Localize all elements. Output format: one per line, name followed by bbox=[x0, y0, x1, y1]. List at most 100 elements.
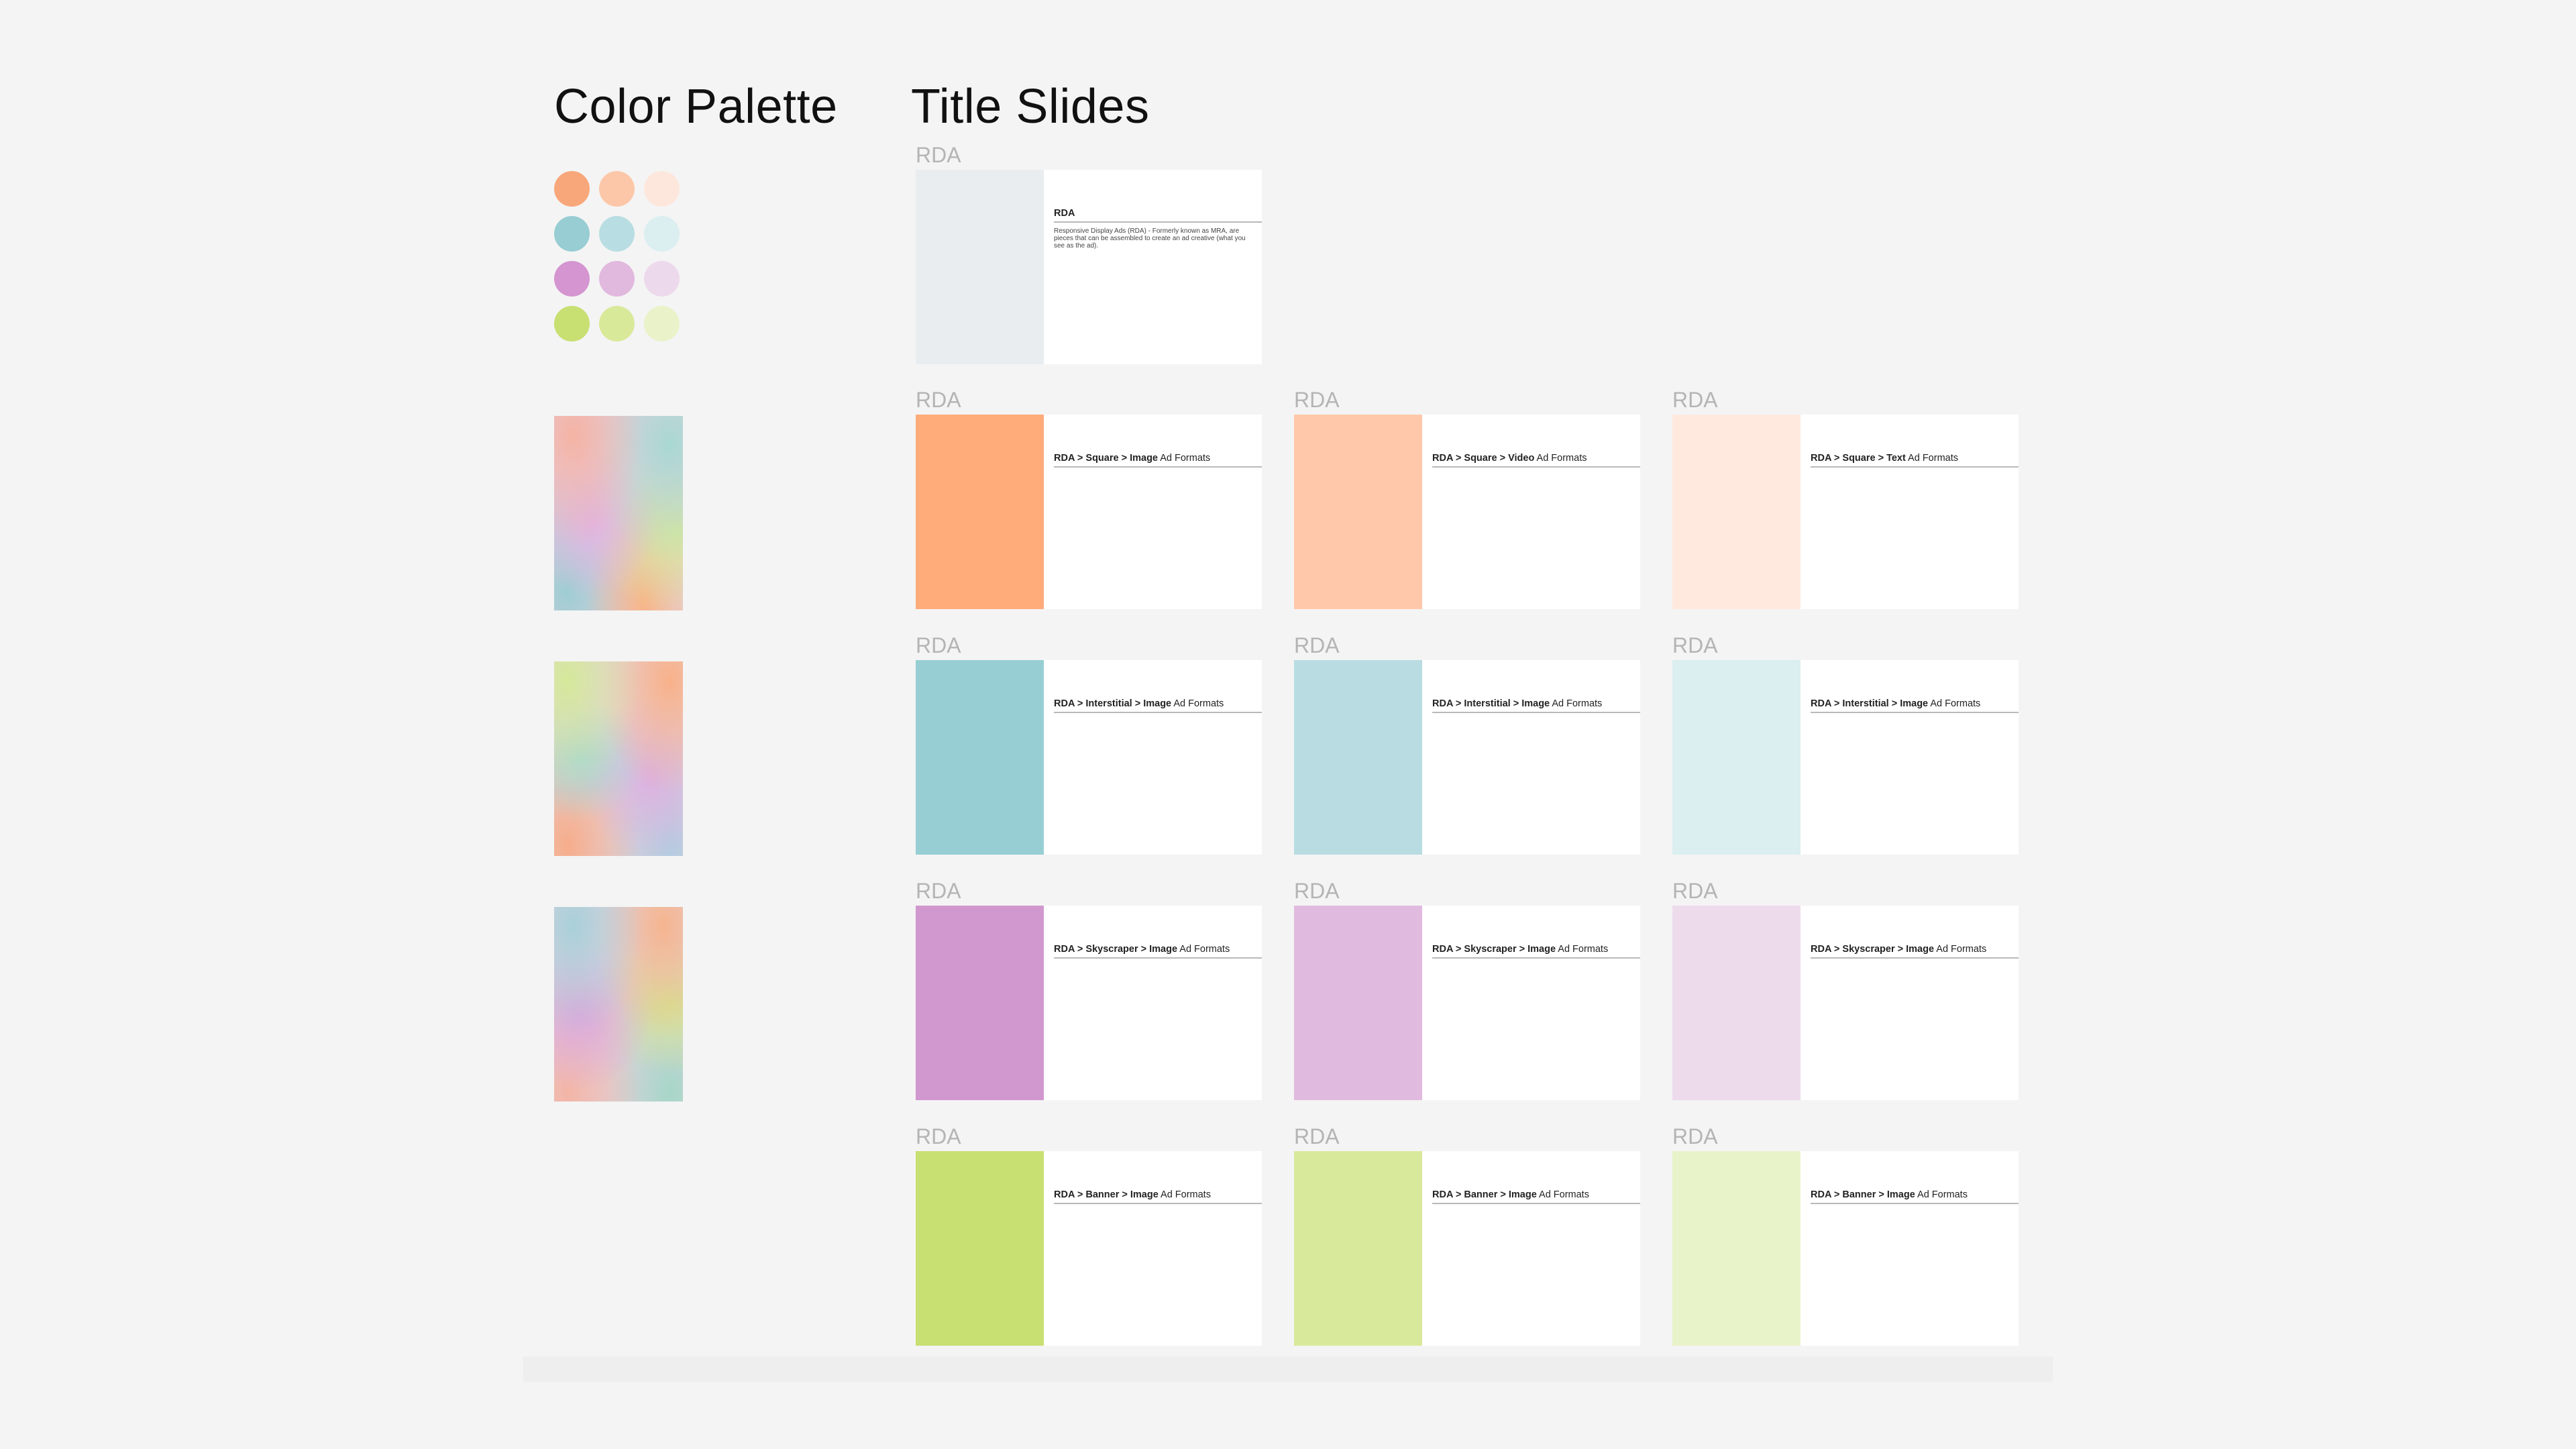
title-slide-card[interactable]: RDA RDA > Skyscraper > Image Ad Formats bbox=[1672, 879, 2019, 1104]
card-tag: RDA bbox=[1672, 633, 1718, 657]
color-swatch[interactable] bbox=[554, 171, 590, 207]
slide-color-panel bbox=[916, 660, 1044, 855]
card-tag: RDA bbox=[916, 143, 961, 167]
color-swatch[interactable] bbox=[644, 306, 680, 341]
slide-title: RDA > Interstitial > Image Ad Formats bbox=[1054, 698, 1262, 713]
title-slide-card[interactable]: RDA RDA > Interstitial > Image Ad Formats bbox=[1672, 633, 2019, 859]
slide-color-panel bbox=[1672, 906, 1801, 1100]
slide-title-path: RDA > Banner > Image bbox=[1432, 1189, 1537, 1200]
slide-color-panel bbox=[1294, 906, 1422, 1100]
title-slide-card[interactable]: RDA RDA > Square > Text Ad Formats bbox=[1672, 388, 2019, 613]
color-swatch[interactable] bbox=[599, 216, 635, 252]
slide-color-panel bbox=[916, 1151, 1044, 1346]
slide-thumbnail: RDA > Square > Text Ad Formats bbox=[1672, 415, 2019, 609]
title-slide-card[interactable]: RDA RDA > Banner > Image Ad Formats bbox=[1294, 1124, 1640, 1350]
slide-title-path: RDA > Skyscraper > Image bbox=[1054, 944, 1178, 955]
slide-color-panel bbox=[1672, 1151, 1801, 1346]
title-slide-card[interactable]: RDA RDA > Interstitial > Image Ad Formats bbox=[1294, 633, 1640, 859]
slide-title-path: RDA > Interstitial > Image bbox=[1811, 698, 1929, 709]
slide-title-path: RDA > Square > Image bbox=[1054, 453, 1158, 464]
slide-title: RDA > Skyscraper > Image Ad Formats bbox=[1432, 943, 1640, 959]
canvas-footer-bar bbox=[523, 1356, 2053, 1382]
slide-title-path: RDA > Skyscraper > Image bbox=[1811, 944, 1935, 955]
card-tag: RDA bbox=[916, 1124, 961, 1148]
slide-title-suffix: Ad Formats bbox=[1534, 453, 1587, 464]
title-slide-card[interactable]: RDA RDA > Skyscraper > Image Ad Formats bbox=[916, 879, 1262, 1104]
gradient-swatch-3[interactable] bbox=[554, 907, 683, 1102]
slide-thumbnail: RDA > Banner > Image Ad Formats bbox=[916, 1151, 1262, 1346]
title-slide-card-intro[interactable]: RDA RDA Responsive Display Ads (RDA) - F… bbox=[916, 143, 1262, 368]
gradient-swatch-2[interactable] bbox=[554, 661, 683, 856]
slide-title: RDA > Skyscraper > Image Ad Formats bbox=[1811, 943, 2019, 959]
color-swatch[interactable] bbox=[554, 216, 590, 252]
card-tag: RDA bbox=[1672, 1124, 1718, 1148]
slide-title-path: RDA > Banner > Image bbox=[1054, 1189, 1159, 1200]
slide-title: RDA > Banner > Image Ad Formats bbox=[1432, 1189, 1640, 1204]
slide-title-suffix: Ad Formats bbox=[1556, 944, 1609, 955]
slide-color-panel bbox=[1294, 415, 1422, 609]
slide-title-suffix: Ad Formats bbox=[1536, 1189, 1589, 1200]
card-tag: RDA bbox=[1294, 1124, 1340, 1148]
slide-thumbnail: RDA > Skyscraper > Image Ad Formats bbox=[1294, 906, 1640, 1100]
slide-title: RDA > Banner > Image Ad Formats bbox=[1054, 1189, 1262, 1204]
slide-color-panel bbox=[916, 906, 1044, 1100]
title-slide-card[interactable]: RDA RDA > Interstitial > Image Ad Formats bbox=[916, 633, 1262, 859]
slide-color-panel bbox=[916, 415, 1044, 609]
slide-title-suffix: Ad Formats bbox=[1158, 453, 1211, 464]
slide-title-suffix: Ad Formats bbox=[1550, 698, 1603, 709]
slide-color-panel bbox=[916, 170, 1044, 364]
title-slide-card[interactable]: RDA RDA > Skyscraper > Image Ad Formats bbox=[1294, 879, 1640, 1104]
slide-color-panel bbox=[1294, 1151, 1422, 1346]
slide-title-suffix: Ad Formats bbox=[1158, 1189, 1211, 1200]
title-slide-card[interactable]: RDA RDA > Banner > Image Ad Formats bbox=[1672, 1124, 2019, 1350]
title-slide-card[interactable]: RDA RDA > Banner > Image Ad Formats bbox=[916, 1124, 1262, 1350]
slide-thumbnail: RDA Responsive Display Ads (RDA) - Forme… bbox=[916, 170, 1262, 364]
slide-thumbnail: RDA > Interstitial > Image Ad Formats bbox=[1294, 660, 1640, 855]
slide-thumbnail: RDA > Skyscraper > Image Ad Formats bbox=[916, 906, 1262, 1100]
color-swatch[interactable] bbox=[599, 171, 635, 207]
color-swatch[interactable] bbox=[554, 261, 590, 297]
slide-thumbnail: RDA > Banner > Image Ad Formats bbox=[1672, 1151, 2019, 1346]
slide-title-suffix: Ad Formats bbox=[1171, 698, 1224, 709]
slide-title-suffix: Ad Formats bbox=[1915, 1189, 1968, 1200]
color-swatch[interactable] bbox=[644, 171, 680, 207]
card-tag: RDA bbox=[1294, 388, 1340, 412]
color-swatch[interactable] bbox=[599, 261, 635, 297]
slide-title: RDA > Square > Text Ad Formats bbox=[1811, 452, 2019, 468]
card-tag: RDA bbox=[1672, 388, 1718, 412]
slide-title: RDA > Banner > Image Ad Formats bbox=[1811, 1189, 2019, 1204]
title-slides-heading: Title Slides bbox=[911, 80, 1150, 133]
color-swatch[interactable] bbox=[644, 216, 680, 252]
slide-title-suffix: Ad Formats bbox=[1928, 698, 1981, 709]
slide-title: RDA > Interstitial > Image Ad Formats bbox=[1432, 698, 1640, 713]
slide-title-suffix: Ad Formats bbox=[1177, 944, 1230, 955]
slide-title-path: RDA > Square > Video bbox=[1432, 453, 1535, 464]
slide-title-suffix: Ad Formats bbox=[1905, 453, 1958, 464]
color-swatch[interactable] bbox=[554, 306, 590, 341]
card-tag: RDA bbox=[1294, 879, 1340, 903]
slide-title-path: RDA > Square > Text bbox=[1811, 453, 1906, 464]
color-swatch[interactable] bbox=[644, 261, 680, 297]
card-tag: RDA bbox=[916, 388, 961, 412]
slide-thumbnail: RDA > Banner > Image Ad Formats bbox=[1294, 1151, 1640, 1346]
slide-title: RDA > Square > Video Ad Formats bbox=[1432, 452, 1640, 468]
color-palette-title: Color Palette bbox=[554, 80, 838, 133]
slide-title: RDA > Skyscraper > Image Ad Formats bbox=[1054, 943, 1262, 959]
slide-description: Responsive Display Ads (RDA) - Formerly … bbox=[1054, 227, 1246, 250]
slide-thumbnail: RDA > Square > Image Ad Formats bbox=[916, 415, 1262, 609]
slide-thumbnail: RDA > Interstitial > Image Ad Formats bbox=[1672, 660, 2019, 855]
slide-title-path: RDA > Banner > Image bbox=[1811, 1189, 1915, 1200]
slide-title: RDA > Square > Image Ad Formats bbox=[1054, 452, 1262, 468]
card-tag: RDA bbox=[1672, 879, 1718, 903]
card-tag: RDA bbox=[916, 633, 961, 657]
slide-title: RDA bbox=[1054, 207, 1262, 223]
slide-title: RDA > Interstitial > Image Ad Formats bbox=[1811, 698, 2019, 713]
title-slide-card[interactable]: RDA RDA > Square > Image Ad Formats bbox=[916, 388, 1262, 613]
title-slide-card[interactable]: RDA RDA > Square > Video Ad Formats bbox=[1294, 388, 1640, 613]
slide-title-path: RDA > Interstitial > Image bbox=[1054, 698, 1172, 709]
slide-color-panel bbox=[1672, 415, 1801, 609]
slide-color-panel bbox=[1294, 660, 1422, 855]
card-tag: RDA bbox=[916, 879, 961, 903]
color-swatch[interactable] bbox=[599, 306, 635, 341]
gradient-swatch-1[interactable] bbox=[554, 416, 683, 610]
